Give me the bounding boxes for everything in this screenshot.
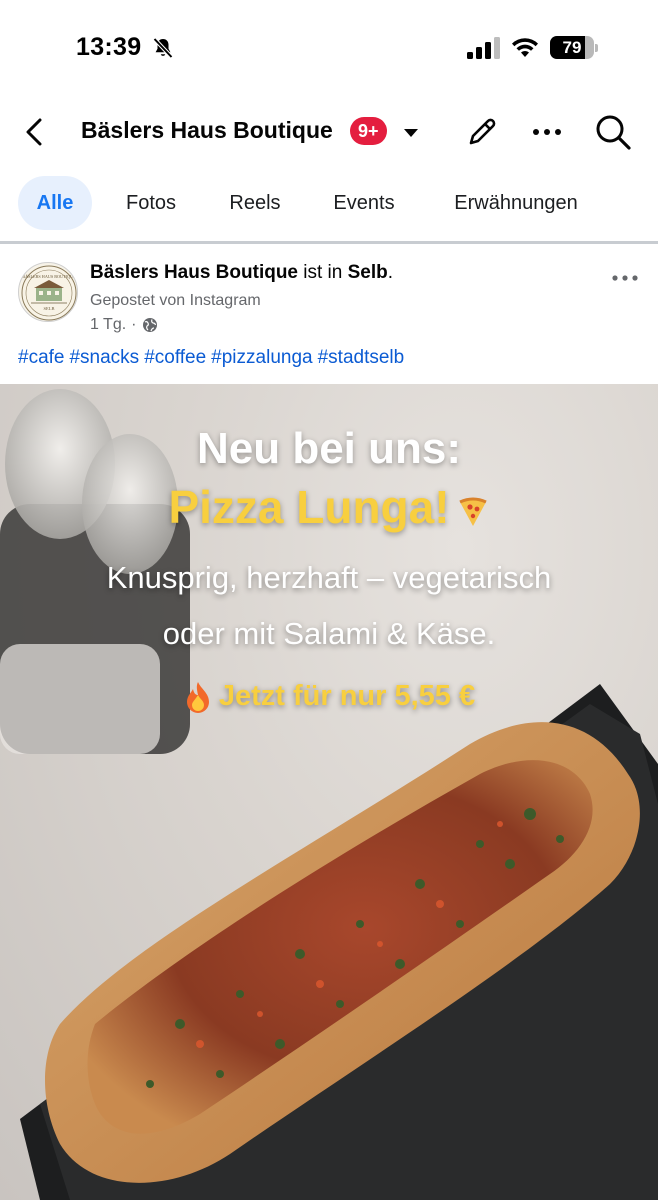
globe-icon [142,318,157,332]
notification-badge[interactable]: 9+ [350,117,387,145]
hashtag-link[interactable]: #snacks [69,347,139,368]
fire-icon [186,682,209,714]
avatar-text-top: BÄSLERS HAUS BOUTIQUE [22,274,76,279]
post-image[interactable]: Neu bei uns: Pizza Lunga! Knusprig, herz… [0,384,658,1200]
tab-events[interactable]: Events [320,176,408,230]
pizza-slice-icon [458,497,487,526]
more-horizontal-icon[interactable] [528,113,566,151]
tab-fotos[interactable]: Fotos [110,176,192,230]
image-product-line: Pizza Lunga! [0,480,658,534]
tab-reels[interactable]: Reels [214,176,296,230]
battery-icon: 79 [550,36,598,59]
hashtag-link[interactable]: #cafe [18,347,64,368]
image-headline: Neu bei uns: [196,424,462,473]
hashtag-link[interactable]: #coffee [144,347,206,368]
image-price-line: Jetzt für nur 5,55 € [0,680,658,714]
post-more-icon[interactable] [606,265,644,291]
filter-tabs: Alle Fotos Reels Events Erwähnungen [0,176,658,232]
signal-icon [467,37,500,59]
post-location[interactable]: Selb [348,262,388,283]
bell-off-icon [153,37,173,59]
page-title[interactable]: Bäslers Haus Boutique [81,117,333,144]
battery-level: 79 [562,38,582,57]
location-prefix: ist in [298,262,348,283]
image-price: Jetzt für nur 5,55 € [218,680,476,712]
tabs-divider [0,241,658,244]
page-header: Bäslers Haus Boutique 9+ [0,100,658,164]
pencil-icon[interactable] [463,113,501,151]
avatar[interactable]: BÄSLERS HAUS BOUTIQUE SELB [18,262,78,322]
tab-erwaehnungen[interactable]: Erwähnungen [436,176,596,230]
post-author[interactable]: Bäslers Haus Boutique [90,262,298,283]
post-time[interactable]: 1 Tg. [90,316,126,334]
image-description-2: oder mit Salami & Käse. [162,616,496,651]
hashtag-link[interactable]: #pizzalunga [211,347,312,368]
back-arrow-icon[interactable] [16,114,52,150]
chevron-down-icon[interactable] [400,121,422,143]
hashtag-link[interactable]: #stadtselb [318,347,405,368]
meta-separator: · [131,316,137,333]
status-bar: 13:39 79 [0,0,658,96]
status-time: 13:39 [76,33,142,61]
location-suffix: . [387,262,394,283]
post-meta: 1 Tg. · [90,316,158,334]
image-product: Pizza Lunga! [168,481,450,533]
post-author-line: Bäslers Haus Boutique ist in Selb. [90,262,393,284]
hashtags: #cafe #snacks #coffee #pizzalunga #stadtselb [18,347,409,369]
search-icon[interactable] [592,111,634,153]
wifi-icon [512,38,538,57]
avatar-text-bottom: SELB [43,306,54,311]
tab-alle[interactable]: Alle [18,176,92,230]
image-description-1: Knusprig, herzhaft – vegetarisch [106,560,552,595]
posted-via: Gepostet von Instagram [90,292,261,309]
